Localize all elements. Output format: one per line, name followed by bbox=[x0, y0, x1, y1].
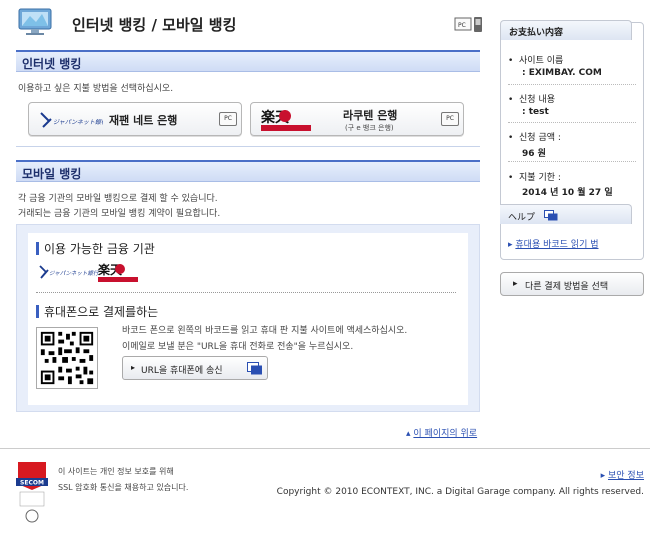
page-title: 인터넷 뱅킹 / 모바일 뱅킹 bbox=[72, 16, 237, 34]
phone-instruction-2: 이메일로 보낼 분은 "URL을 휴대 전화로 전송"을 누르십시오. bbox=[122, 342, 354, 352]
summary-tab: お支払い内容 bbox=[500, 20, 632, 40]
window-icon bbox=[247, 362, 262, 375]
japannet-bank-logo: ジャパンネット銀行 bbox=[40, 112, 103, 128]
japannet-bank-button[interactable]: ジャパンネット銀行 재팬 네트 은행 PC bbox=[28, 102, 242, 136]
available-logo-jnb: ジャパンネット銀行 bbox=[49, 270, 100, 277]
help-tab-label: ヘルプ bbox=[508, 213, 536, 223]
footer-divider bbox=[0, 448, 650, 449]
dotted-divider bbox=[508, 122, 636, 123]
pc-mobile-icon: PC bbox=[454, 17, 482, 32]
content-value: : test bbox=[522, 107, 549, 117]
barcode-help-label: 휴대용 바코드 읽기 법 bbox=[515, 240, 599, 250]
available-bank-logos: ジャパンネット銀行 楽天 bbox=[39, 262, 138, 282]
page-header: 인터넷 뱅킹 / 모바일 뱅킹 PC bbox=[0, 0, 490, 45]
divider bbox=[16, 146, 480, 147]
copyright: Copyright © 2010 ECONTEXT, INC. a Digita… bbox=[276, 487, 644, 497]
page-top-label: 이 페이지의 위로 bbox=[413, 429, 478, 439]
available-institutions-title: 이용 가능한 금융 기관 bbox=[44, 242, 155, 256]
security-info-link[interactable]: ▸ 보안 정보 bbox=[601, 468, 644, 481]
send-url-to-phone-button[interactable]: ▸ URL을 휴대폰에 송신 bbox=[122, 356, 268, 380]
pc-badge-text: PC bbox=[458, 22, 466, 29]
barcode-help-link[interactable]: ▸ 휴대용 바코드 읽기 법 bbox=[508, 237, 599, 250]
arrow-right-icon: ▸ bbox=[131, 363, 136, 372]
internet-instruction: 이용하고 싶은 지불 방법을 선택하십시오. bbox=[18, 84, 174, 94]
site-name-label: • 사이트 이름 bbox=[508, 56, 564, 66]
qr-code bbox=[36, 327, 98, 389]
window-icon bbox=[544, 210, 558, 221]
pc-badge: PC bbox=[441, 112, 459, 126]
site-name-value: : EXIMBAY. COM bbox=[522, 68, 602, 78]
mobile-banking-heading: 모바일 뱅킹 bbox=[16, 160, 480, 182]
arrow-right-icon: ▸ bbox=[508, 240, 513, 250]
deadline-value: 2014 년 10 월 27 일 bbox=[522, 188, 613, 198]
security-info-label: 보안 정보 bbox=[608, 471, 644, 481]
dotted-divider bbox=[36, 292, 456, 293]
privacy-text-1: 이 사이트는 개인 정보 보호를 위해 bbox=[58, 467, 174, 476]
rakuten-bank-button[interactable]: 楽天 라쿠텐 은행 (구 e 뱅크 은행) PC bbox=[250, 102, 464, 136]
dotted-divider bbox=[508, 161, 636, 162]
mobile-desc-1: 각 금융 기관의 모바일 뱅킹으로 결제 할 수 있습니다. bbox=[18, 194, 218, 204]
select-other-method-label: 다른 결제 방법을 선택 bbox=[525, 282, 609, 292]
arrow-right-icon: ▸ bbox=[600, 471, 606, 481]
dotted-divider bbox=[508, 84, 636, 85]
phone-instruction-1: 바코드 폰으로 왼쪽의 바코드를 읽고 휴대 판 지불 사이트에 액세스하십시오… bbox=[122, 326, 408, 336]
privacy-text-2: SSL 암호화 통신을 채용하고 있습니다. bbox=[58, 483, 189, 492]
amount-value: 96 원 bbox=[522, 149, 546, 159]
page-top-link[interactable]: ▴ 이 페이지의 위로 bbox=[406, 426, 477, 439]
rakuten-bank-logo: 楽天 bbox=[261, 109, 311, 131]
monitor-icon bbox=[18, 8, 52, 35]
help-tab: ヘルプ bbox=[500, 204, 632, 224]
amount-label: • 신청 금액 : bbox=[508, 133, 561, 143]
secom-badge-text: SECOM bbox=[20, 480, 44, 487]
arrow-up-icon: ▴ bbox=[406, 429, 411, 439]
heading-marker bbox=[36, 242, 39, 255]
japannet-bank-label: 재팬 네트 은행 bbox=[109, 114, 178, 127]
japannet-logo-text: ジャパンネット銀行 bbox=[53, 118, 103, 126]
heading-marker bbox=[36, 305, 39, 318]
rakuten-bank-sub: (구 e 뱅크 은행) bbox=[345, 124, 394, 132]
pc-badge: PC bbox=[219, 112, 237, 126]
internet-banking-heading: 인터넷 뱅킹 bbox=[16, 50, 480, 72]
select-other-method-button[interactable]: ▸ 다른 결제 방법을 선택 bbox=[500, 272, 644, 296]
secom-seal: SECOM bbox=[16, 462, 48, 523]
arrow-right-icon: ▸ bbox=[513, 279, 518, 289]
mobile-desc-2: 거래되는 금융 기관의 모바일 뱅킹 계약이 필요합니다. bbox=[18, 209, 221, 219]
pay-by-phone-title: 휴대폰으로 결제를하는 bbox=[44, 305, 159, 319]
deadline-label: • 지불 기한 : bbox=[508, 173, 561, 183]
content-label: • 신청 내용 bbox=[508, 95, 556, 105]
send-url-label: URL을 휴대폰에 송신 bbox=[141, 366, 223, 376]
rakuten-bank-label: 라쿠텐 은행 bbox=[343, 109, 398, 122]
